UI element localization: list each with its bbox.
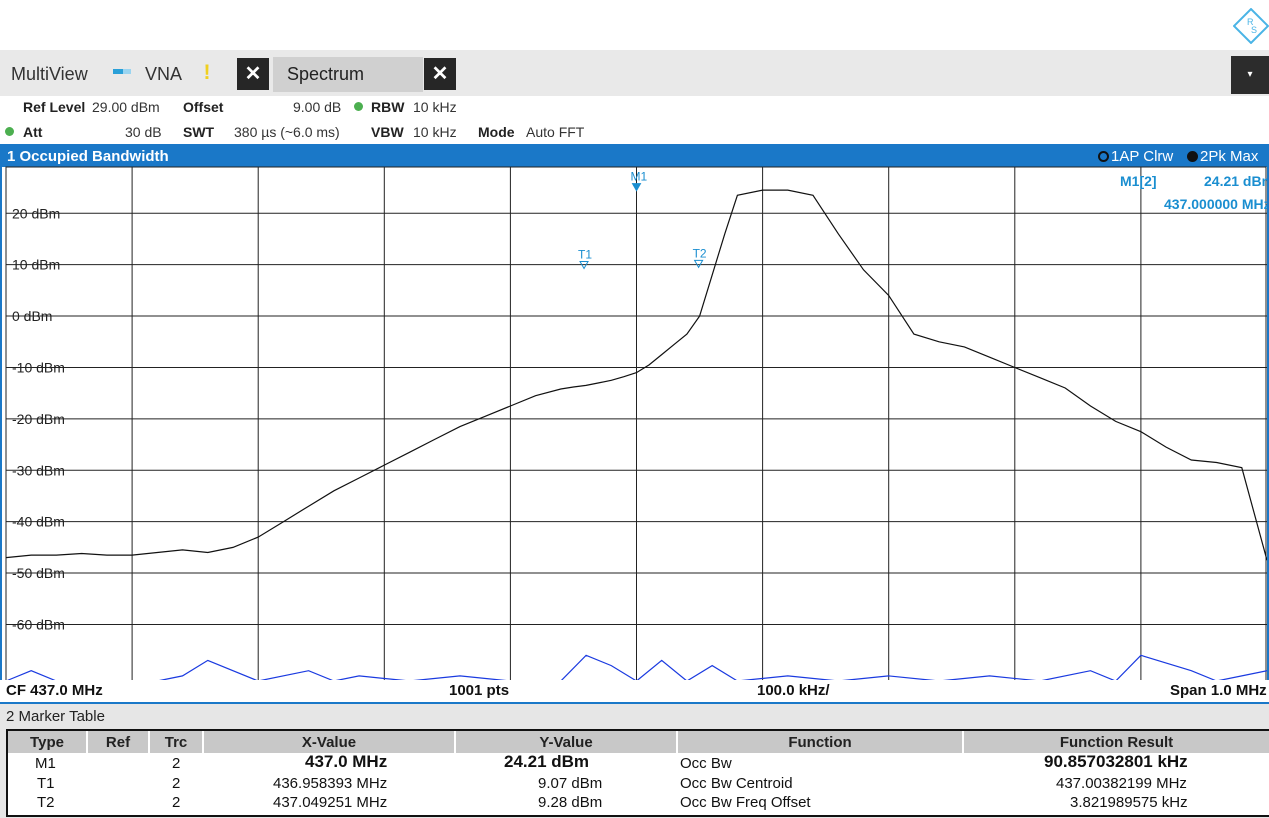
- row-function: Occ Bw Centroid: [680, 775, 793, 792]
- row-x-value: 436.958393 MHz: [273, 775, 388, 792]
- y-tick-label: -40 dBm: [12, 514, 65, 530]
- row-x-value: 437.0 MHz: [305, 752, 388, 771]
- ref-level-value[interactable]: 29.00 dBm: [92, 99, 160, 115]
- ref-level-label: Ref Level: [23, 99, 86, 115]
- vbw-label: VBW: [371, 124, 404, 140]
- center-frequency: CF 437.0 MHz: [6, 682, 103, 699]
- marker-info-level: 24.21 dBm: [1204, 173, 1267, 189]
- marker-info-frequency: 437.000000 MHz: [1164, 196, 1267, 212]
- tab-spectrum[interactable]: Spectrum: [287, 64, 364, 85]
- marker-table-header: Type Ref Trc X-Value Y-Value Function Fu…: [8, 731, 1269, 753]
- y-tick-label: -30 dBm: [12, 462, 65, 478]
- warning-icon: !: [203, 61, 211, 84]
- row-y-value: 9.28 dBm: [538, 794, 603, 811]
- y-tick-label: 0 dBm: [12, 308, 52, 324]
- rbw-status-icon: [354, 102, 363, 111]
- y-tick-label: 10 dBm: [12, 257, 60, 273]
- mode-value[interactable]: Auto FFT: [526, 124, 584, 140]
- frequency-per-division: 100.0 kHz/: [757, 682, 830, 699]
- y-tick-label: -10 dBm: [12, 359, 65, 375]
- att-status-icon: [5, 127, 14, 136]
- frequency-span: Span 1.0 MHz: [1170, 682, 1267, 699]
- measurement-parameters: Ref Level 29.00 dBm Offset 9.00 dB RBW 1…: [0, 96, 1269, 144]
- window2-title: 2 Marker Table: [6, 708, 105, 725]
- close-spectrum-tab-button[interactable]: ✕: [424, 58, 456, 90]
- y-tick-label: 20 dBm: [12, 205, 60, 221]
- row-type: M1: [35, 755, 56, 772]
- offset-label: Offset: [183, 99, 224, 115]
- row-x-value: 437.049251 MHz: [273, 794, 388, 811]
- occupied-bandwidth-window: 1 Occupied Bandwidth 1AP Clrw 2Pk Max 20…: [0, 144, 1269, 704]
- svg-text:S: S: [1251, 25, 1257, 35]
- row-trc: 2: [172, 755, 181, 772]
- col-ref: Ref: [88, 731, 148, 753]
- row-y-value: 9.07 dBm: [538, 775, 603, 792]
- row-type: T1: [37, 775, 55, 792]
- swt-label: SWT: [183, 124, 215, 140]
- y-tick-label: -50 dBm: [12, 565, 65, 581]
- row-trc: 2: [172, 794, 181, 811]
- row-function-result: 3.821989575 kHz: [1070, 794, 1188, 811]
- marker-t2-label: T2: [693, 246, 707, 260]
- marker-m1-label: M1: [631, 170, 648, 184]
- tab-vna[interactable]: VNA: [145, 64, 182, 85]
- col-y-value: Y-Value: [456, 731, 676, 753]
- sweep-points: 1001 pts: [449, 682, 510, 699]
- rohde-schwarz-logo: R S: [1233, 8, 1269, 44]
- tab-multiview[interactable]: MultiView: [11, 64, 88, 85]
- rbw-label: RBW: [371, 99, 405, 115]
- att-value[interactable]: 30 dB: [125, 124, 162, 140]
- row-function: Occ Bw: [680, 755, 732, 772]
- marker-table: Type Ref Trc X-Value Y-Value Function Fu…: [6, 729, 1269, 817]
- row-function: Occ Bw Freq Offset: [680, 794, 811, 811]
- row-type: T2: [37, 794, 55, 811]
- marker-m1-symbol: [631, 183, 642, 192]
- marker-t1-label: T1: [578, 247, 592, 261]
- marker-t2-symbol: [693, 259, 704, 269]
- row-function-result: 437.00382199 MHz: [1056, 775, 1187, 792]
- att-label: Att: [23, 124, 43, 140]
- col-type: Type: [8, 731, 86, 753]
- rbw-value[interactable]: 10 kHz: [413, 99, 457, 115]
- marker-info-name: M1[2]: [1120, 173, 1157, 189]
- close-vna-tab-button[interactable]: ✕: [237, 58, 269, 90]
- tab-bar: MultiView VNA ! ✕ Spectrum ✕: [0, 50, 1269, 96]
- y-tick-label: -60 dBm: [12, 616, 65, 632]
- row-y-value: 24.21 dBm: [504, 752, 590, 771]
- offset-value[interactable]: 9.00 dB: [293, 99, 341, 115]
- spectrum-plot[interactable]: 20 dBm 10 dBm 0 dBm -10 dBm -20 dBm -30 dBm -4…: [2, 146, 1267, 702]
- row-trc: 2: [172, 775, 181, 792]
- frequency-axis-bar: CF 437.0 MHz 1001 pts 100.0 kHz/ Span 1.…: [0, 680, 1269, 702]
- col-function: Function: [678, 731, 962, 753]
- row-function-result: 90.857032801 kHz: [1044, 752, 1188, 771]
- mode-label: Mode: [478, 124, 515, 140]
- col-function-result: Function Result: [964, 731, 1269, 753]
- marker-table-window: 2 Marker Table Type Ref Trc X-Value Y-Va…: [0, 704, 1269, 818]
- top-bar: R S: [0, 0, 1269, 50]
- vbw-value[interactable]: 10 kHz: [413, 124, 457, 140]
- swt-value[interactable]: 380 µs (~6.0 ms): [234, 124, 340, 140]
- menu-dropdown-button[interactable]: ▾: [1231, 56, 1269, 94]
- col-trc: Trc: [150, 731, 202, 753]
- col-x-value: X-Value: [204, 731, 454, 753]
- y-tick-label: -20 dBm: [12, 411, 65, 427]
- vna-icon: [113, 69, 131, 77]
